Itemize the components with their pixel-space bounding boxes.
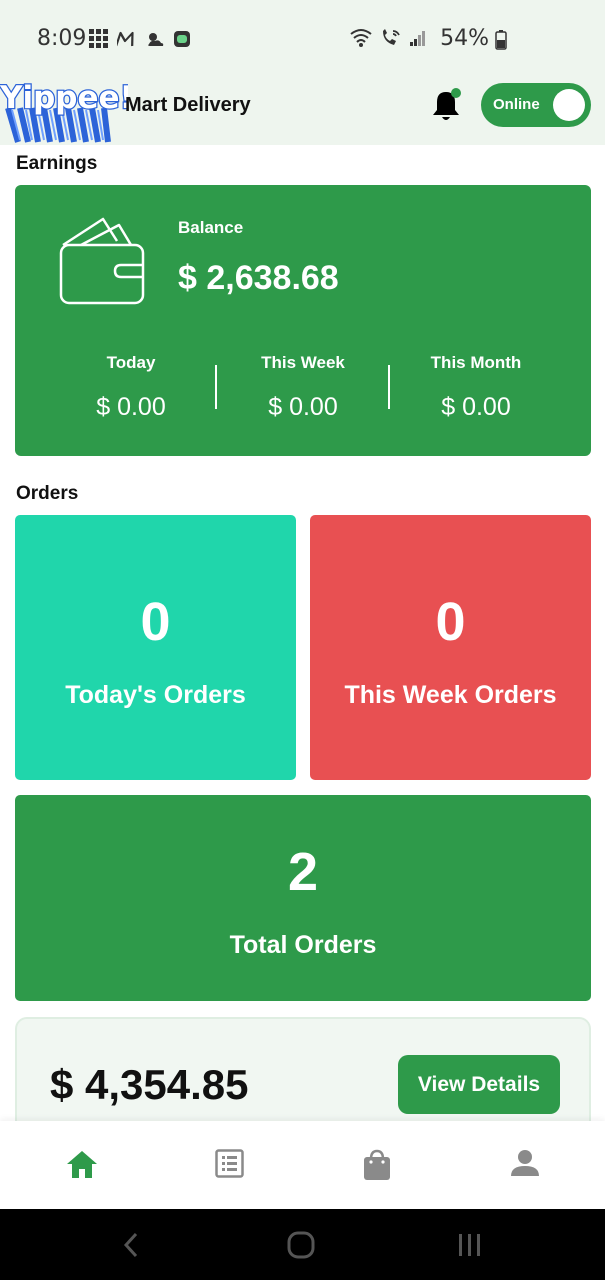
week-orders-label: This Week Orders [344,681,557,709]
svg-text:Yippee!: Yippee! [0,80,128,116]
total-orders-tile[interactable]: 2 Total Orders [15,795,591,1001]
period-value: $ 0.00 [268,393,338,421]
bell-icon [433,88,461,120]
notification-icons [89,29,191,49]
period-value: $ 0.00 [441,393,511,421]
earnings-card: Balance $ 2,638.68 Today $ 0.00 This Wee… [15,185,591,456]
app-header: Yippee! Mart Delivery Online [0,70,605,145]
wallet-icon [59,217,145,305]
nav-profile[interactable] [511,1149,539,1182]
home-icon [67,1151,97,1178]
recents-icon [459,1234,480,1256]
notifications-button[interactable] [430,88,462,129]
period-label: This Week [261,353,345,372]
toggle-knob [553,89,585,121]
orders-title: Orders [16,483,79,504]
total-orders-label: Total Orders [229,931,377,959]
todays-orders-count: 0 [140,592,171,652]
back-icon [123,1232,138,1258]
nav-orders[interactable] [215,1149,244,1183]
total-orders-count: 2 [287,842,319,902]
home-circle-icon [287,1231,315,1259]
system-icons [349,28,427,48]
orders-list-icon [215,1149,244,1178]
nav-shop[interactable] [363,1149,391,1186]
battery-icon [495,30,507,50]
profile-icon [511,1150,539,1176]
week-orders-tile[interactable]: 0 This Week Orders [310,515,591,780]
status-time: 8:09 [37,26,87,51]
apps-grid-icon [89,29,108,48]
battery-percentage: 54% [440,26,489,51]
status-bar: 8:09 54% [0,0,605,70]
app-name: Mart Delivery [125,94,251,116]
todays-orders-label: Today's Orders [65,681,246,709]
shopping-bag-icon [364,1149,390,1180]
week-orders-count: 0 [435,592,466,652]
wifi-calling-icon [383,29,400,45]
weather-icon [148,33,164,46]
back-button[interactable] [120,1231,142,1264]
system-nav-bar [0,1209,605,1280]
period-this-week: This Week $ 0.00 [217,353,389,422]
period-label: Today [106,353,156,372]
bottom-nav [0,1121,605,1209]
period-this-month: This Month $ 0.00 [390,353,562,422]
home-system-button[interactable] [287,1231,315,1264]
wifi-icon [350,29,372,47]
period-today: Today $ 0.00 [45,353,217,422]
gmail-icon [117,31,134,47]
view-details-button[interactable]: View Details [398,1055,560,1114]
earnings-title: Earnings [16,153,98,174]
summary-amount: $ 4,354.85 [50,1061,249,1108]
signal-icon [410,31,425,46]
yippee-logo: Yippee! [0,79,128,143]
messaging-icon [174,31,190,47]
balance-value: $ 2,638.68 [178,259,339,297]
online-toggle[interactable]: Online [481,83,591,127]
todays-orders-tile[interactable]: 0 Today's Orders [15,515,296,780]
recents-button[interactable] [456,1231,484,1264]
online-toggle-label: Online [493,96,540,113]
nav-home[interactable] [66,1149,98,1184]
period-value: $ 0.00 [96,393,166,421]
period-label: This Month [430,353,522,372]
balance-label: Balance [178,218,244,237]
